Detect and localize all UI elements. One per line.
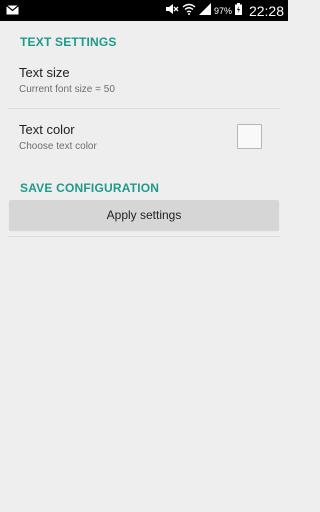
apply-settings-button[interactable]: Apply settings [9, 200, 279, 230]
pref-text-color[interactable]: Text color Choose text color [0, 109, 288, 163]
pref-text-size-title: Text size [19, 65, 70, 80]
signal-icon [198, 2, 211, 20]
battery-percent: 97% [213, 5, 232, 16]
divider [8, 236, 280, 237]
clock: 22:28 [248, 2, 284, 19]
battery-icon [234, 2, 242, 20]
pref-text-size-summary: Current font size = 50 [19, 84, 115, 95]
text-color-checkbox[interactable] [237, 124, 262, 149]
section-header-text-settings: TEXT SETTINGS [20, 35, 117, 49]
pref-text-size[interactable]: Text size Current font size = 50 [0, 57, 288, 107]
mute-icon [165, 2, 179, 20]
status-bar: 97% 22:28 [0, 0, 288, 21]
mail-icon [6, 2, 19, 20]
section-header-save-configuration: SAVE CONFIGURATION [20, 181, 160, 195]
wifi-icon [182, 2, 196, 20]
pref-text-color-title: Text color [19, 122, 75, 137]
pref-text-color-summary: Choose text color [19, 141, 97, 152]
